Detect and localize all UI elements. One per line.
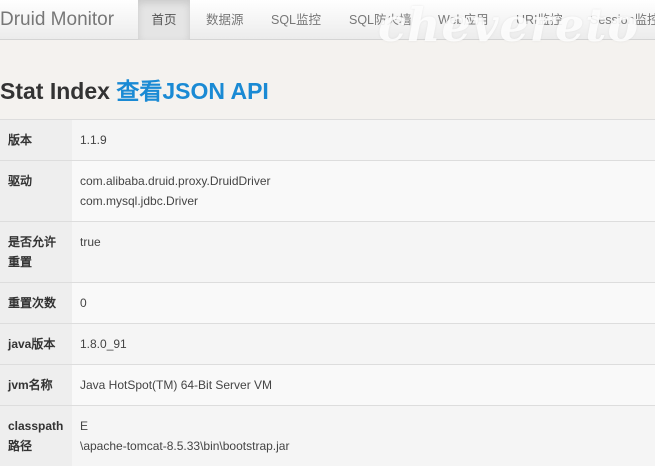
table-row: 版本 1.1.9 xyxy=(0,120,655,161)
table-row: 驱动com.alibaba.druid.proxy.DruidDrivercom… xyxy=(0,161,655,222)
row-value-line: true xyxy=(80,232,647,252)
json-api-link[interactable]: 查看JSON API xyxy=(116,78,269,104)
row-value-line: 0 xyxy=(80,293,647,313)
nav-item-web-app[interactable]: Web应用 xyxy=(438,0,488,40)
row-key: 重置次数 xyxy=(0,283,72,324)
row-value-line: Java HotSpot(TM) 64-Bit Server VM xyxy=(80,375,647,395)
nav-item-sql-monitor[interactable]: SQL监控 xyxy=(271,0,321,40)
table-row: java版本 1.8.0_91 xyxy=(0,324,655,365)
table-row: jvm名称 Java HotSpot(TM) 64-Bit Server VM xyxy=(0,365,655,406)
table-row: 重置次数 0 xyxy=(0,283,655,324)
nav-item-home[interactable]: 首页 xyxy=(138,0,190,40)
row-value: 0 xyxy=(72,283,655,324)
page-title: Stat Index 查看JSON API xyxy=(0,72,269,106)
row-value-line: \apache-tomcat-8.5.33\bin\bootstrap.jar xyxy=(80,436,647,456)
page-title-text: Stat Index xyxy=(0,78,110,104)
row-key: java版本 xyxy=(0,324,72,365)
row-value: 1.8.0_91 xyxy=(72,324,655,365)
row-value-line: 1.8.0_91 xyxy=(80,334,647,354)
row-value: Java HotSpot(TM) 64-Bit Server VM xyxy=(72,365,655,406)
nav-item-sql-firewall[interactable]: SQL防火墙 xyxy=(349,0,412,40)
row-key: 是否允许重置 xyxy=(0,222,72,283)
brand-logo[interactable]: Druid Monitor xyxy=(0,0,114,40)
row-value: 1.1.9 xyxy=(72,120,655,161)
nav-item-uri-monitor[interactable]: URI监控 xyxy=(516,0,563,40)
nav-item-session-monitor[interactable]: Session监控 xyxy=(590,0,655,40)
top-navbar: Druid Monitor 首页 数据源 SQL监控 SQL防火墙 Web应用 … xyxy=(0,0,655,40)
row-key: jvm名称 xyxy=(0,365,72,406)
row-value: true xyxy=(72,222,655,283)
nav-item-datasource[interactable]: 数据源 xyxy=(206,0,244,40)
row-value-line: 1.1.9 xyxy=(80,130,647,150)
row-key: 驱动 xyxy=(0,161,72,222)
table-row: 是否允许重置 true xyxy=(0,222,655,283)
row-value-line: com.alibaba.druid.proxy.DruidDriver xyxy=(80,171,647,191)
row-value-line: E xyxy=(80,416,647,436)
stat-table: 版本1.1.9驱动com.alibaba.druid.proxy.DruidDr… xyxy=(0,119,655,466)
row-value-line: com.mysql.jdbc.Driver xyxy=(80,191,647,211)
row-key: 版本 xyxy=(0,120,72,161)
row-value: com.alibaba.druid.proxy.DruidDrivercom.m… xyxy=(72,161,655,222)
